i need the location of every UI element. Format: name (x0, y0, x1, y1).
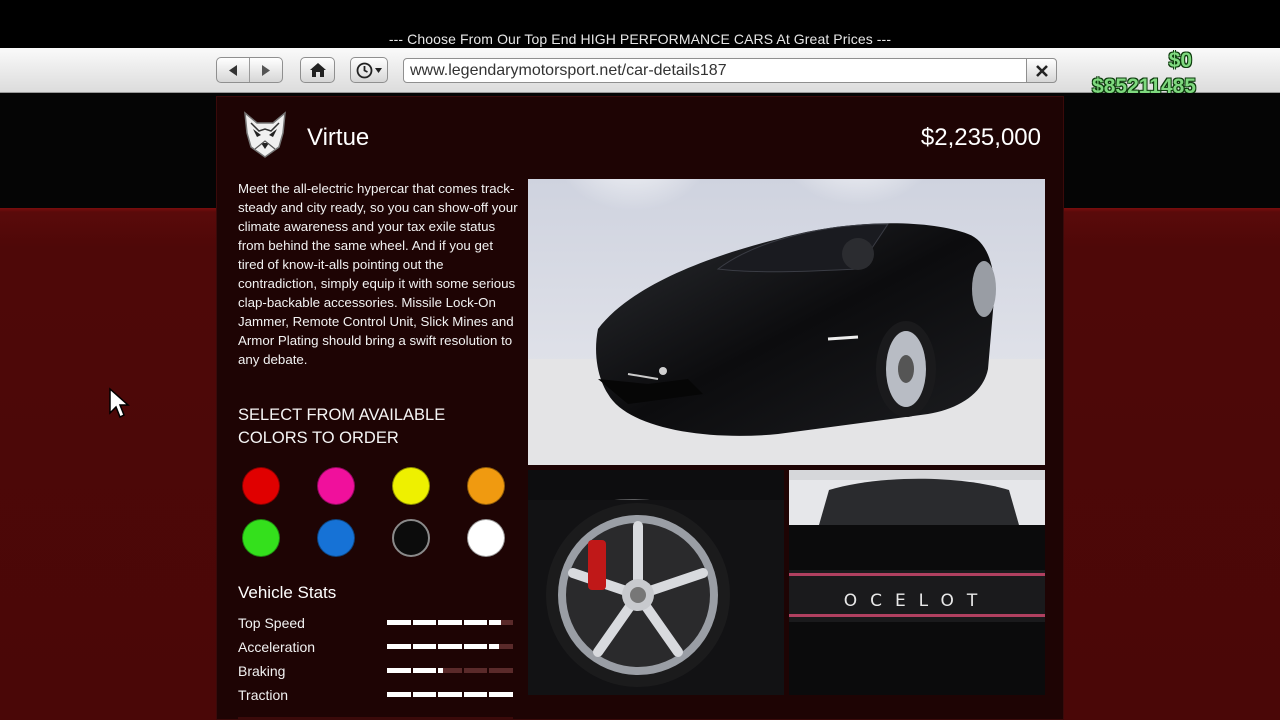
url-input[interactable]: www.legendarymotorsport.net/car-details1… (403, 58, 1027, 83)
home-button[interactable] (300, 57, 335, 83)
stat-segment-fill (412, 644, 437, 649)
color-swatches (242, 467, 517, 557)
color-swatch-red[interactable] (242, 467, 280, 505)
back-button[interactable] (217, 58, 249, 82)
stat-segment (412, 692, 437, 697)
color-swatch-orange[interactable] (467, 467, 505, 505)
stat-bar (387, 692, 513, 697)
car-details-panel: Virtue $2,235,000 Meet the all-electric … (216, 96, 1064, 720)
hud-cash: $0 (1168, 49, 1192, 72)
stat-segment-fill (412, 668, 437, 673)
stat-segment (387, 668, 411, 673)
chevron-down-icon (375, 67, 382, 73)
vehicle-stats: Top Speed Acceleration Braking Traction (238, 611, 518, 707)
stat-segment (438, 644, 462, 649)
stat-label: Traction (238, 687, 289, 703)
stat-segment-fill (463, 620, 488, 625)
stat-row-acceleration: Acceleration (238, 635, 518, 659)
divider (238, 717, 513, 719)
stat-segment-fill (489, 620, 502, 625)
stat-segment-fill (387, 692, 411, 697)
stat-segment-fill (412, 620, 437, 625)
stat-row-braking: Braking (238, 659, 518, 683)
stat-segment-fill (463, 692, 488, 697)
colors-heading: SELECT FROM AVAILABLE COLORS TO ORDER (238, 406, 446, 447)
stat-label: Acceleration (238, 639, 316, 655)
stat-bar (387, 644, 513, 649)
stat-segment (463, 692, 488, 697)
car-name: Virtue (307, 124, 370, 151)
car-wheel-thumbnail[interactable] (528, 470, 784, 695)
mouse-cursor-icon (109, 387, 130, 419)
stat-segment (438, 668, 462, 673)
back-arrow-icon (229, 64, 237, 76)
car-price: $2,235,000 (920, 124, 1041, 151)
stat-segment-fill (412, 692, 437, 697)
stat-segment (438, 692, 462, 697)
stat-label: Braking (238, 663, 286, 679)
stat-segment-fill (489, 692, 513, 697)
stat-segment-fill (438, 668, 443, 673)
history-button[interactable] (350, 57, 388, 83)
stat-segment (489, 692, 513, 697)
stat-segment (489, 644, 513, 649)
stat-segment-fill (387, 644, 411, 649)
color-swatch-blue[interactable] (317, 519, 355, 557)
stat-row-traction: Traction (238, 683, 518, 707)
stat-segment (489, 668, 513, 673)
close-icon (1035, 64, 1048, 77)
ocelot-badge-text: OCELOT (844, 591, 991, 611)
color-swatch-pink[interactable] (317, 467, 355, 505)
stat-segment (387, 644, 411, 649)
color-swatch-black[interactable] (392, 519, 430, 557)
stat-segment (463, 620, 488, 625)
clock-icon (356, 62, 373, 78)
site-tagline: --- Choose From Our Top End HIGH PERFORM… (388, 31, 892, 47)
stat-segment-fill (489, 644, 499, 649)
stat-segment-fill (438, 620, 462, 625)
nav-button-group (216, 57, 283, 83)
ocelot-cat-logo-icon (239, 109, 291, 161)
home-icon (309, 63, 326, 77)
close-button[interactable] (1026, 58, 1057, 83)
stat-segment (387, 692, 411, 697)
car-description: Meet the all-electric hypercar that come… (238, 181, 518, 367)
stat-segment (412, 620, 437, 625)
stat-segment-fill (387, 668, 411, 673)
stat-segment-fill (463, 644, 488, 649)
color-swatch-green[interactable] (242, 519, 280, 557)
color-swatch-yellow[interactable] (392, 467, 430, 505)
stat-bar (387, 668, 513, 673)
car-main-photo[interactable] (528, 179, 1045, 465)
stat-segment (463, 644, 488, 649)
car-rear-thumbnail[interactable]: OCELOT (789, 470, 1045, 695)
color-swatch-white[interactable] (467, 519, 505, 557)
stat-segment (463, 668, 488, 673)
stat-segment-fill (438, 692, 462, 697)
forward-button[interactable] (249, 58, 282, 82)
browser-toolbar: www.legendarymotorsport.net/car-details1… (0, 48, 1280, 93)
forward-arrow-icon (262, 64, 270, 76)
stat-segment (438, 620, 462, 625)
stat-segment (412, 644, 437, 649)
stat-segment (387, 620, 411, 625)
stat-bar (387, 620, 513, 625)
stat-label: Top Speed (238, 615, 305, 631)
stat-segment (412, 668, 437, 673)
stat-segment-fill (387, 620, 411, 625)
stat-segment-fill (438, 644, 462, 649)
vehicle-stats-title: Vehicle Stats (238, 583, 337, 602)
stat-row-top-speed: Top Speed (238, 611, 518, 635)
stat-segment (489, 620, 513, 625)
